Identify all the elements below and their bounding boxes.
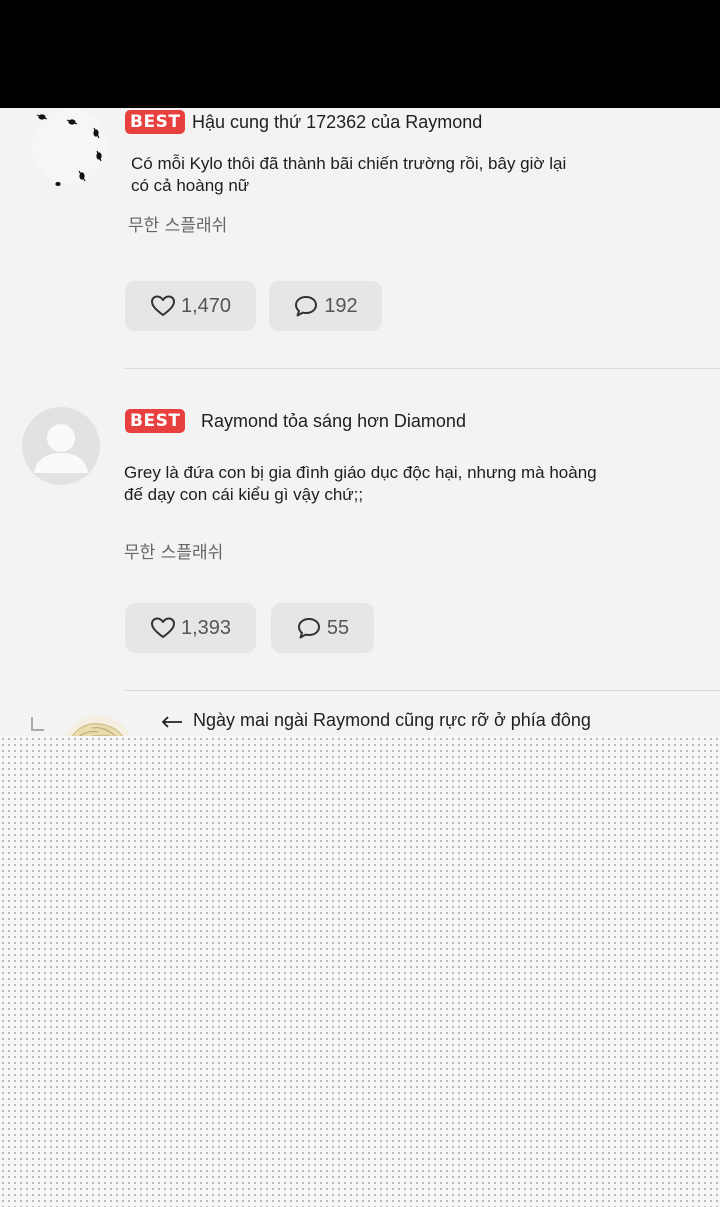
comment-text: Có mỗi Kylo thôi đã thành bãi chiến trườ… — [131, 154, 567, 195]
divider — [125, 368, 720, 369]
comment-list: BEST Hậu cung thứ 172362 của Raymond Có … — [0, 108, 720, 736]
comment-username[interactable]: Ngày mai ngài Raymond cũng rực rỡ ở phía… — [193, 710, 591, 731]
heart-icon — [150, 617, 175, 638]
comment-username[interactable]: Hậu cung thứ 172362 của Raymond — [192, 112, 482, 133]
default-user-icon — [34, 424, 88, 473]
reply-count: 192 — [324, 294, 358, 317]
heart-icon — [150, 295, 175, 316]
reply-button[interactable]: 55 — [271, 603, 374, 653]
divider — [125, 690, 720, 691]
series-title[interactable]: 무한 스플래쉬 — [124, 538, 223, 563]
reply-count: 55 — [326, 616, 350, 639]
reply-arrow-icon — [161, 716, 182, 728]
reply-indent-icon — [31, 717, 44, 731]
illustrated-avatar-icon — [62, 716, 134, 736]
speech-bubble-icon — [297, 618, 320, 639]
like-count: 1,393 — [180, 616, 232, 639]
best-badge: BEST — [125, 409, 186, 433]
best-badge: BEST — [125, 110, 186, 134]
series-title[interactable]: 무한 스플래쉬 — [128, 211, 227, 236]
speech-bubble-icon — [295, 296, 318, 317]
dotted-overlay — [0, 736, 720, 1207]
avatar[interactable] — [22, 407, 100, 485]
reply-button[interactable]: 192 — [269, 281, 382, 331]
comment-username[interactable]: Raymond tỏa sáng hơn Diamond — [201, 411, 466, 432]
like-button[interactable]: 1,470 — [125, 281, 256, 331]
like-button[interactable]: 1,393 — [125, 603, 256, 653]
top-black-bar — [0, 0, 720, 108]
like-count: 1,470 — [180, 294, 232, 317]
ant-avatar — [32, 108, 108, 187]
comment-text: Grey là đứa con bị gia đình giáo dục độc… — [124, 463, 597, 504]
avatar[interactable] — [62, 716, 134, 736]
